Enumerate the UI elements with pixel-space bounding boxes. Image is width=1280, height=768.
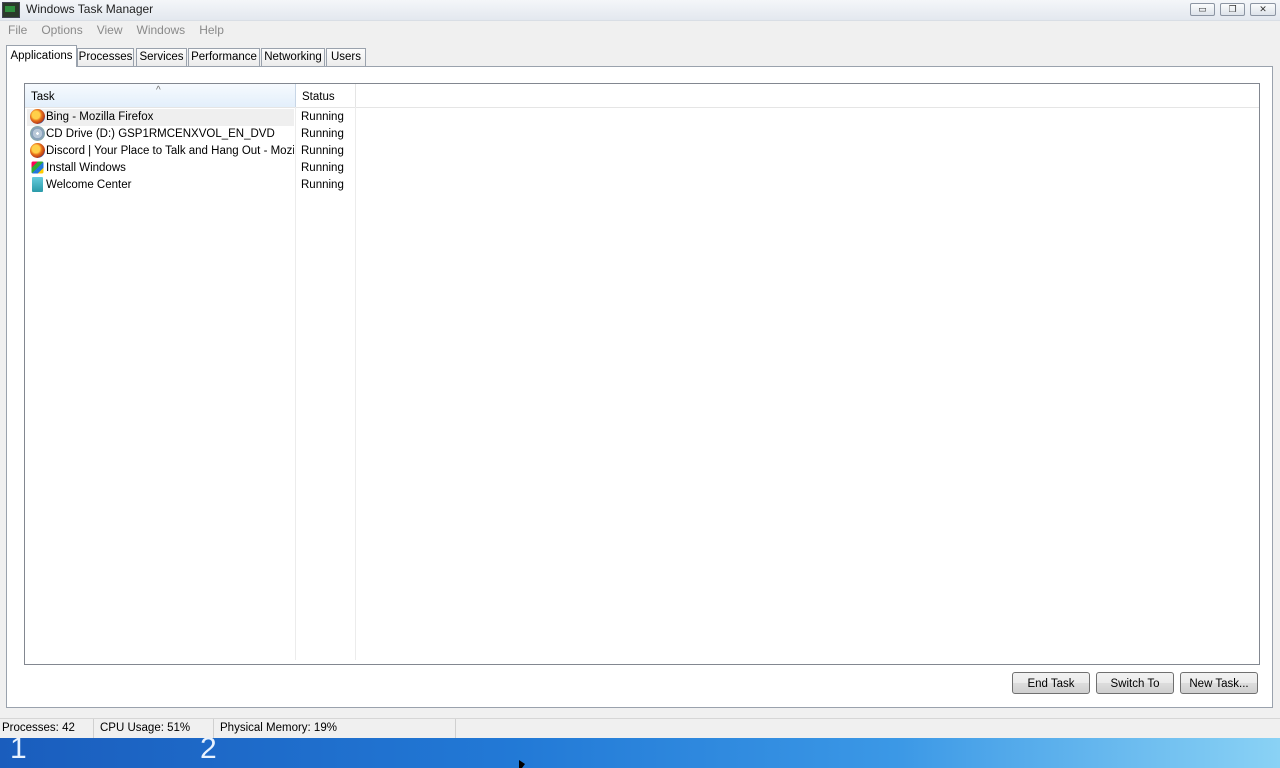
task-status: Running [301, 162, 344, 174]
tab-applications[interactable]: Applications [6, 45, 77, 67]
table-row[interactable]: Install Windows Running [25, 160, 1259, 177]
firefox-icon [30, 143, 45, 158]
task-list[interactable]: Task ^ Status Bing - Mozilla Firefox Run… [24, 83, 1260, 665]
column-header-task[interactable]: Task ^ [25, 84, 296, 107]
menu-help[interactable]: Help [191, 21, 230, 39]
task-manager-icon [2, 2, 20, 18]
status-cpu-usage: CPU Usage: 51% [94, 719, 214, 738]
desktop-label-1: 1 [10, 738, 27, 765]
window-title: Windows Task Manager [26, 2, 154, 16]
close-button[interactable]: ✕ [1250, 3, 1276, 16]
mouse-cursor-icon [519, 760, 525, 768]
menu-options[interactable]: Options [33, 21, 88, 39]
menu-file[interactable]: File [0, 21, 33, 39]
desktop-label-2: 2 [200, 738, 217, 765]
column-header-status[interactable]: Status [296, 84, 356, 107]
task-status: Running [301, 128, 344, 140]
task-status: Running [301, 111, 344, 123]
restore-button[interactable]: ❐ [1220, 3, 1245, 16]
status-processes: Processes: 42 [0, 719, 94, 738]
applications-panel: Task ^ Status Bing - Mozilla Firefox Run… [6, 66, 1273, 708]
title-bar: Windows Task Manager ▭ ❐ ✕ [0, 0, 1280, 21]
list-header: Task ^ Status [25, 84, 1259, 108]
task-name: Welcome Center [46, 179, 132, 191]
tab-networking[interactable]: Networking [261, 48, 325, 66]
sort-ascending-icon: ^ [156, 85, 161, 96]
new-task-button[interactable]: New Task... [1180, 672, 1258, 694]
menu-bar: File Options View Windows Help [0, 21, 1280, 39]
install-windows-icon [31, 161, 44, 174]
tab-processes[interactable]: Processes [77, 48, 134, 66]
table-row[interactable]: Discord | Your Place to Talk and Hang Ou… [25, 143, 1259, 160]
switch-to-button[interactable]: Switch To [1096, 672, 1174, 694]
status-bar: Processes: 42 CPU Usage: 51% Physical Me… [0, 718, 1280, 739]
task-name: Bing - Mozilla Firefox [46, 111, 154, 123]
cd-drive-icon [30, 126, 45, 141]
welcome-center-icon [32, 177, 43, 192]
task-name: Discord | Your Place to Talk and Hang Ou… [46, 145, 294, 157]
status-physical-memory: Physical Memory: 19% [214, 719, 456, 738]
task-name: Install Windows [46, 162, 126, 174]
menu-view[interactable]: View [89, 21, 129, 39]
table-row[interactable]: Bing - Mozilla Firefox Running [25, 109, 1259, 126]
desktop-background: 1 2 [0, 738, 1280, 768]
tab-services[interactable]: Services [136, 48, 187, 66]
tab-users[interactable]: Users [326, 48, 366, 66]
end-task-button[interactable]: End Task [1012, 672, 1090, 694]
tab-performance[interactable]: Performance [188, 48, 260, 66]
task-status: Running [301, 145, 344, 157]
task-name: CD Drive (D:) GSP1RMCENXVOL_EN_DVD [46, 128, 275, 140]
task-status: Running [301, 179, 344, 191]
minimize-button[interactable]: ▭ [1190, 3, 1215, 16]
menu-windows[interactable]: Windows [129, 21, 192, 39]
table-row[interactable]: Welcome Center Running [25, 177, 1259, 194]
table-row[interactable]: CD Drive (D:) GSP1RMCENXVOL_EN_DVD Runni… [25, 126, 1259, 143]
firefox-icon [30, 109, 45, 124]
